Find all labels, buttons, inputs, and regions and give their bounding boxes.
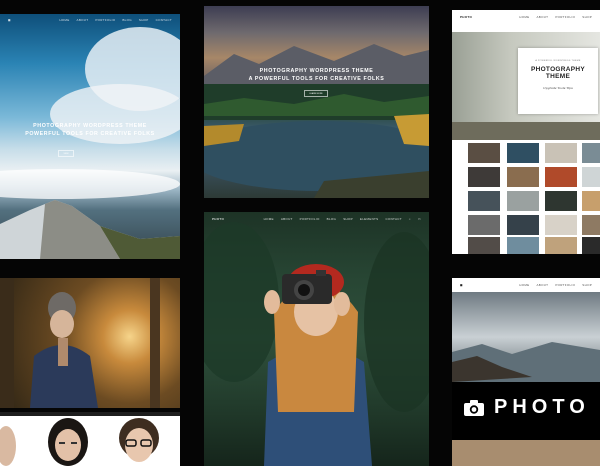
- nav-item[interactable]: PORTFOLIO: [555, 283, 575, 287]
- theme-preview-gallery-layout[interactable]: PHOTO HOME ABOUT PORTFOLIO SHOP A POWERF…: [452, 10, 600, 254]
- nav-item[interactable]: HOME: [519, 15, 529, 19]
- gallery-thumbnail[interactable]: [468, 143, 500, 163]
- intro-card: A POWERFUL WORDPRESS THEME PHOTOGRAPHY T…: [518, 48, 598, 114]
- lake-landscape: [204, 44, 429, 198]
- theme-preview-portrait[interactable]: [0, 278, 180, 408]
- nav-item[interactable]: SHOP: [582, 283, 592, 287]
- gallery-thumbnail[interactable]: [507, 143, 539, 163]
- headline-line-1: PHOTOGRAPHY WORDPRESS THEME: [259, 68, 374, 74]
- nav-item[interactable]: PORTFOLIO: [555, 15, 575, 19]
- theme-preview-sky-hero[interactable]: ◼ HOME ABOUT PORTFOLIO BLOG SHOP CONTACT…: [0, 14, 180, 259]
- brand-text: PHOTO: [494, 396, 590, 418]
- gallery-thumbnail[interactable]: [507, 167, 539, 187]
- theme-preview-team[interactable]: [0, 412, 180, 466]
- photographer-photo: [204, 222, 429, 466]
- gallery-thumbnail[interactable]: [545, 167, 577, 187]
- mountain-photo: [452, 292, 600, 382]
- card-kicker: A POWERFUL WORDPRESS THEME: [535, 60, 581, 62]
- gallery-thumbnail[interactable]: [582, 215, 600, 235]
- gallery-thumbnail[interactable]: [468, 237, 500, 254]
- card-title: PHOTOGRAPHY THEME: [530, 66, 586, 80]
- site-logo[interactable]: ◼: [460, 283, 463, 287]
- hero-headline: PHOTOGRAPHY WORDPRESS THEME A POWERFUL T…: [204, 68, 429, 83]
- portrait-photo: [0, 278, 160, 408]
- footer-image: [452, 440, 600, 466]
- headline-line-2: A POWERFUL TOOLS FOR CREATIVE FOLKS: [248, 75, 385, 82]
- gallery-thumbnail[interactable]: [507, 191, 539, 211]
- camera-icon: [464, 399, 484, 416]
- top-navigation: PHOTO HOME ABOUT PORTFOLIO SHOP: [452, 10, 600, 24]
- gallery-thumbnail[interactable]: [468, 191, 500, 211]
- nav-item[interactable]: HOME: [519, 283, 529, 287]
- gallery-thumbnail[interactable]: [545, 215, 577, 235]
- nav-item[interactable]: SHOP: [582, 15, 592, 19]
- gallery-thumbnail[interactable]: [582, 167, 600, 187]
- nav-item[interactable]: ABOUT: [536, 15, 548, 19]
- gallery-thumbnail[interactable]: [545, 237, 577, 254]
- mountain-peak: [0, 200, 180, 259]
- gallery-thumbnail[interactable]: [507, 215, 539, 235]
- nav-item[interactable]: ABOUT: [536, 283, 548, 287]
- brand-lockup: PHOTO: [452, 396, 590, 419]
- theme-preview-lake-hero[interactable]: PHOTOGRAPHY WORDPRESS THEME A POWERFUL T…: [204, 6, 429, 198]
- gallery-thumbnail[interactable]: [545, 191, 577, 211]
- gallery-thumbnail[interactable]: [545, 143, 577, 163]
- site-logo[interactable]: PHOTO: [460, 15, 472, 19]
- team-portraits: [0, 412, 180, 466]
- hero-button[interactable]: LEARN MORE: [304, 90, 328, 97]
- gallery-thumbnail[interactable]: [507, 237, 539, 254]
- gallery-thumbnail[interactable]: [582, 143, 600, 163]
- theme-preview-dark-brand[interactable]: ◼ HOME ABOUT PORTFOLIO SHOP PHOTO: [452, 278, 600, 466]
- gallery-thumbnail[interactable]: [582, 191, 600, 211]
- gallery-thumbnail[interactable]: [582, 237, 600, 254]
- gallery-thumbnail[interactable]: [468, 167, 500, 187]
- card-signature: Upgrade Tools Tips: [543, 86, 573, 90]
- image-strip: [452, 122, 600, 140]
- theme-preview-photographer[interactable]: PHOTO HOME ABOUT PORTFOLIO BLOG SHOP ELE…: [204, 212, 429, 466]
- gallery-thumbnail[interactable]: [468, 215, 500, 235]
- top-navigation: ◼ HOME ABOUT PORTFOLIO SHOP: [452, 278, 600, 292]
